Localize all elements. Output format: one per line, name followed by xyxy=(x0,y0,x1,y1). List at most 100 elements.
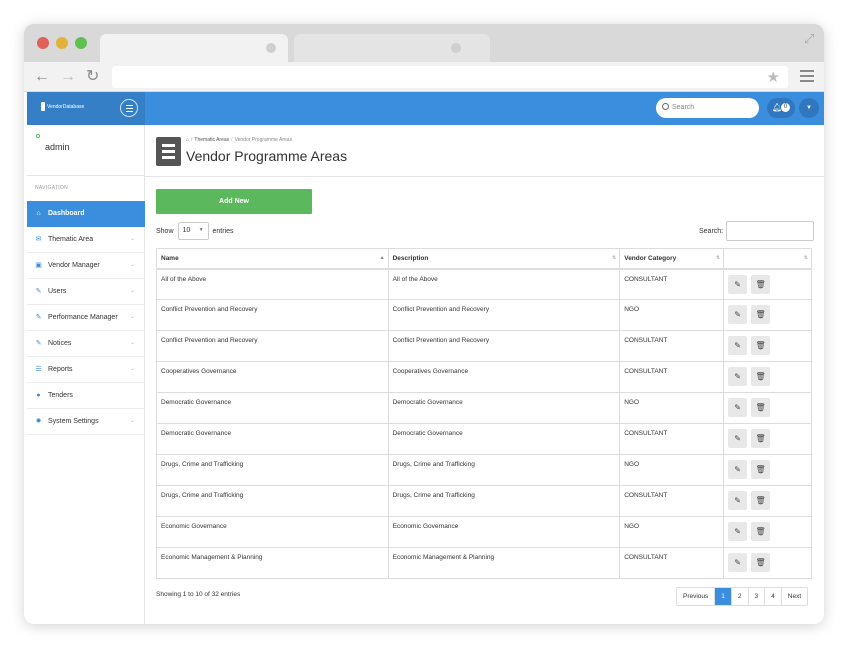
sidebar-item-label: Thematic Area xyxy=(48,236,94,243)
entries-length-select[interactable]: 10 ▼ xyxy=(177,222,209,240)
user-menu-dropdown[interactable]: ▼ xyxy=(799,98,819,118)
browser-tab-active[interactable] xyxy=(100,34,288,62)
cell-description: Democratic Governance xyxy=(387,423,621,455)
main-content: ⌂ / Thematic Areas / Vendor Programme Areas … xyxy=(145,125,824,624)
edit-pencil-icon[interactable]: ✎ xyxy=(728,553,748,572)
sidebar-item-notices[interactable]: ✎ Notices ⌄ xyxy=(27,331,145,357)
table-header-row: Name ▲ Description ⇅ Vendor Category ⇅ ⇅ xyxy=(156,248,812,270)
sidebar-item-label: Users xyxy=(48,288,67,295)
edit-icon: ✎ xyxy=(35,288,42,295)
sidebar-item-thematic-area[interactable]: ✉ Thematic Area ⌄ xyxy=(27,227,145,253)
delete-trash-icon[interactable]: 🗑︎ xyxy=(751,305,771,324)
cell-actions: ✎ 🗑︎ xyxy=(723,330,812,362)
table-search-input[interactable] xyxy=(726,221,815,241)
table-search: Search: xyxy=(699,221,815,241)
delete-trash-icon[interactable]: 🗑︎ xyxy=(751,367,771,386)
pagination-page-2[interactable]: 2 xyxy=(732,588,749,605)
edit-pencil-icon[interactable]: ✎ xyxy=(728,305,748,324)
pagination-next[interactable]: Next xyxy=(782,588,807,605)
cell-name: Cooperatives Governance xyxy=(156,361,389,393)
pagination-page-1[interactable]: 1 xyxy=(715,588,732,605)
edit-pencil-icon[interactable]: ✎ xyxy=(728,429,748,448)
sidebar-item-users[interactable]: ✎ Users ⌄ xyxy=(27,279,145,305)
sidebar-nav: ⌂ Dashboard ✉ Thematic Area ⌄ ▣ Vendor M… xyxy=(27,201,145,435)
browser-tab-new[interactable] xyxy=(294,34,490,62)
notifications-button[interactable]: 🔔︎ 0 xyxy=(767,98,795,118)
delete-trash-icon[interactable]: 🗑︎ xyxy=(751,336,771,355)
sidebar-item-performance-manager[interactable]: ✎ Performance Manager ⌄ xyxy=(27,305,145,331)
delete-trash-icon[interactable]: 🗑︎ xyxy=(751,460,771,479)
forward-arrow-icon[interactable]: → xyxy=(60,68,76,86)
delete-trash-icon[interactable]: 🗑︎ xyxy=(751,553,771,572)
chevron-down-icon: ⌄ xyxy=(129,262,135,268)
cell-description: All of the Above xyxy=(387,268,621,300)
tab-close-icon[interactable] xyxy=(266,43,276,53)
delete-trash-icon[interactable]: 🗑︎ xyxy=(751,274,771,294)
column-header-vendor-category[interactable]: Vendor Category ⇅ xyxy=(619,248,725,270)
app-container: VendorDatabase Search 🔔︎ 0 ▼ admin NAVIG… xyxy=(27,92,824,624)
pagination-page-4[interactable]: 4 xyxy=(765,588,782,605)
pagination-page-3[interactable]: 3 xyxy=(749,588,766,605)
delete-trash-icon[interactable]: 🗑︎ xyxy=(751,429,771,448)
table-body: All of the Above All of the Above CONSUL… xyxy=(156,268,812,579)
entries-length-control: Show 10 ▼ entries xyxy=(156,222,234,240)
cell-name: All of the Above xyxy=(156,268,389,300)
tab-close-icon[interactable] xyxy=(451,43,461,53)
sidebar-item-vendor-manager[interactable]: ▣ Vendor Manager ⌄ xyxy=(27,253,145,279)
cell-description: Drugs, Crime and Trafficking xyxy=(387,454,621,486)
briefcase-icon: ▣ xyxy=(35,262,42,269)
delete-trash-icon[interactable]: 🗑︎ xyxy=(751,491,771,510)
cell-actions: ✎ 🗑︎ xyxy=(723,392,812,424)
brand-logo[interactable]: VendorDatabase xyxy=(41,102,84,111)
sidebar-item-reports[interactable]: ☰ Reports ⌄ xyxy=(27,357,145,383)
table-row: Democratic Governance Democratic Governa… xyxy=(156,392,812,424)
home-icon: ⌂ xyxy=(36,210,41,217)
sort-icon: ⇅ xyxy=(612,255,617,261)
breadcrumb-parent-link[interactable]: Thematic Areas xyxy=(194,137,229,143)
browser-tab-strip: ⤢ xyxy=(24,24,824,62)
cell-name: Conflict Prevention and Recovery xyxy=(156,299,389,331)
sort-icon: ⇅ xyxy=(715,255,721,261)
table-row: Conflict Prevention and Recovery Conflic… xyxy=(156,330,812,362)
minimize-window-button[interactable] xyxy=(56,37,68,49)
search-input[interactable]: Search xyxy=(656,98,759,118)
column-header-name[interactable]: Name ▲ xyxy=(156,248,389,270)
logo-area: VendorDatabase xyxy=(27,92,145,125)
cell-name: Conflict Prevention and Recovery xyxy=(156,330,389,362)
chevron-down-icon: ⌄ xyxy=(129,340,135,346)
browser-menu-icon[interactable] xyxy=(800,70,814,82)
browser-window: ⤢ ← → ↻ ★ VendorDatabase Search 🔔︎ 0 ▼ a… xyxy=(24,24,824,624)
back-arrow-icon[interactable]: ← xyxy=(34,68,50,86)
sidebar-item-system-settings[interactable]: ✹ System Settings ⌄ xyxy=(27,409,145,435)
bookmark-star-icon[interactable]: ★ xyxy=(767,68,780,86)
pagination: Previous 1 2 3 4 Next xyxy=(676,587,809,606)
close-window-button[interactable] xyxy=(37,37,49,49)
sidebar-toggle-button[interactable] xyxy=(120,99,138,117)
add-new-button[interactable]: Add New xyxy=(156,189,312,214)
table-row: Drugs, Crime and Trafficking Drugs, Crim… xyxy=(156,454,812,486)
breadcrumb-current: Vendor Programme Areas xyxy=(234,137,293,143)
edit-pencil-icon[interactable]: ✎ xyxy=(728,398,748,417)
address-bar[interactable]: ★ xyxy=(112,66,788,88)
edit-pencil-icon[interactable]: ✎ xyxy=(728,522,748,541)
pagination-previous[interactable]: Previous xyxy=(677,588,716,605)
table-row: Conflict Prevention and Recovery Conflic… xyxy=(156,299,812,331)
edit-pencil-icon[interactable]: ✎ xyxy=(728,491,748,510)
reload-icon[interactable]: ↻ xyxy=(86,68,99,86)
column-header-description[interactable]: Description ⇅ xyxy=(387,248,621,270)
edit-pencil-icon[interactable]: ✎ xyxy=(728,274,748,294)
expand-icon[interactable]: ⤢ xyxy=(804,32,818,46)
breadcrumb-home-icon[interactable]: ⌂ xyxy=(186,137,189,143)
sidebar-item-tenders[interactable]: ● Tenders xyxy=(27,383,145,409)
delete-trash-icon[interactable]: 🗑︎ xyxy=(751,398,771,417)
sidebar-item-dashboard[interactable]: ⌂ Dashboard xyxy=(27,201,145,227)
cell-vendor-category: CONSULTANT xyxy=(619,485,725,517)
edit-pencil-icon[interactable]: ✎ xyxy=(728,367,748,386)
cell-description: Conflict Prevention and Recovery xyxy=(387,299,621,331)
column-header-actions[interactable]: ⇅ xyxy=(723,248,812,270)
edit-pencil-icon[interactable]: ✎ xyxy=(728,336,748,355)
delete-trash-icon[interactable]: 🗑︎ xyxy=(751,522,771,541)
maximize-window-button[interactable] xyxy=(75,37,87,49)
edit-pencil-icon[interactable]: ✎ xyxy=(728,460,748,479)
sidebar-item-label: Dashboard xyxy=(48,210,85,217)
